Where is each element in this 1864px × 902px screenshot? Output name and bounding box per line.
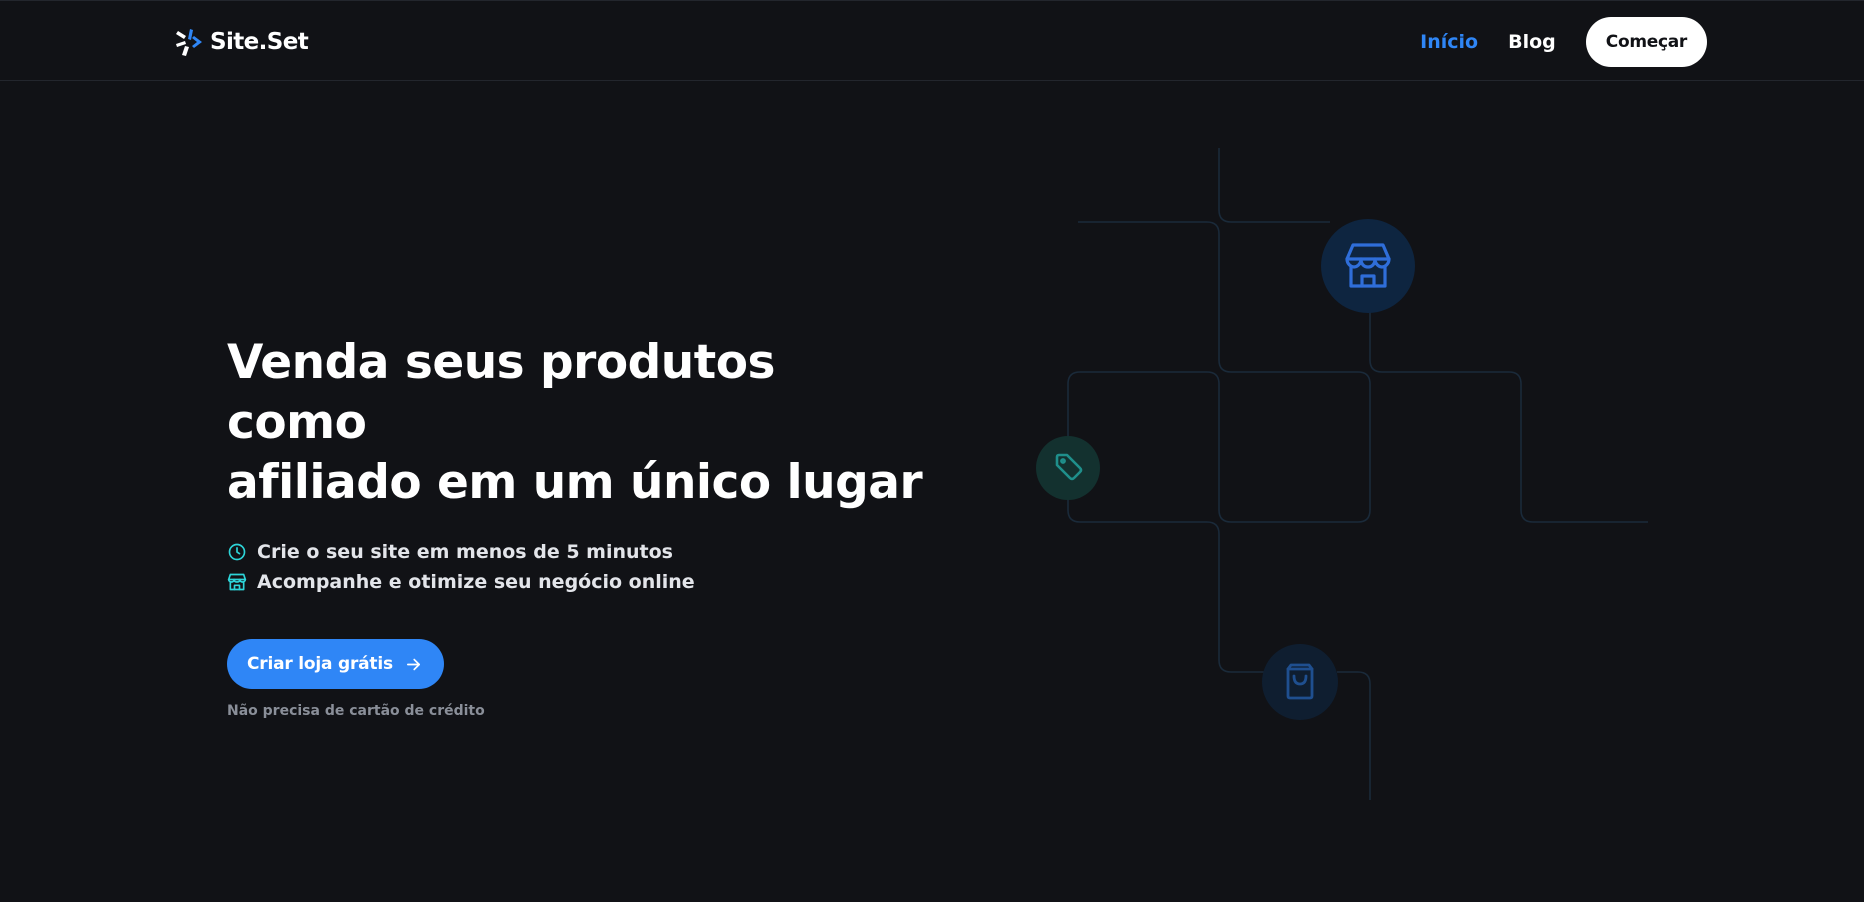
hero-title-line-1: Venda seus produtos como	[227, 335, 775, 450]
site-header: Site.Set Início Blog Começar	[0, 0, 1864, 81]
store-node	[1321, 219, 1415, 313]
main-nav: Início Blog Começar	[1420, 17, 1707, 67]
nav-link-inicio[interactable]: Início	[1420, 31, 1478, 53]
clock-icon	[228, 543, 246, 561]
feature-text: Crie o seu site em menos de 5 minutos	[257, 541, 673, 563]
comecar-button[interactable]: Começar	[1585, 17, 1707, 67]
hero-title: Venda seus produtos como afiliado em um …	[227, 333, 927, 513]
feature-item: Crie o seu site em menos de 5 minutos	[227, 537, 927, 567]
criar-loja-label: Criar loja grátis	[247, 654, 393, 674]
network-illustration	[1036, 148, 1648, 800]
store-icon	[227, 573, 247, 591]
logo-link[interactable]: Site.Set	[174, 26, 309, 58]
arrow-right-icon	[406, 658, 420, 670]
feature-text: Acompanhe e otimize seu negócio online	[257, 571, 695, 593]
hero-title-line-2: afiliado em um único lugar	[227, 455, 923, 510]
site-set-logo-icon	[176, 29, 202, 56]
page: Site.Set Início Blog Começar Venda seus …	[0, 0, 1864, 902]
brand-name: Site.Set	[210, 29, 309, 55]
criar-loja-button[interactable]: Criar loja grátis	[227, 639, 444, 689]
feature-list: Crie o seu site em menos de 5 minutos Ac…	[227, 537, 927, 597]
no-credit-card-note: Não precisa de cartão de crédito	[227, 703, 485, 719]
nav-link-blog[interactable]: Blog	[1508, 31, 1556, 53]
tag-node	[1036, 436, 1100, 500]
feature-item: Acompanhe e otimize seu negócio online	[227, 567, 927, 597]
hero-section: Venda seus produtos como afiliado em um …	[227, 333, 927, 719]
bag-node	[1262, 644, 1338, 720]
